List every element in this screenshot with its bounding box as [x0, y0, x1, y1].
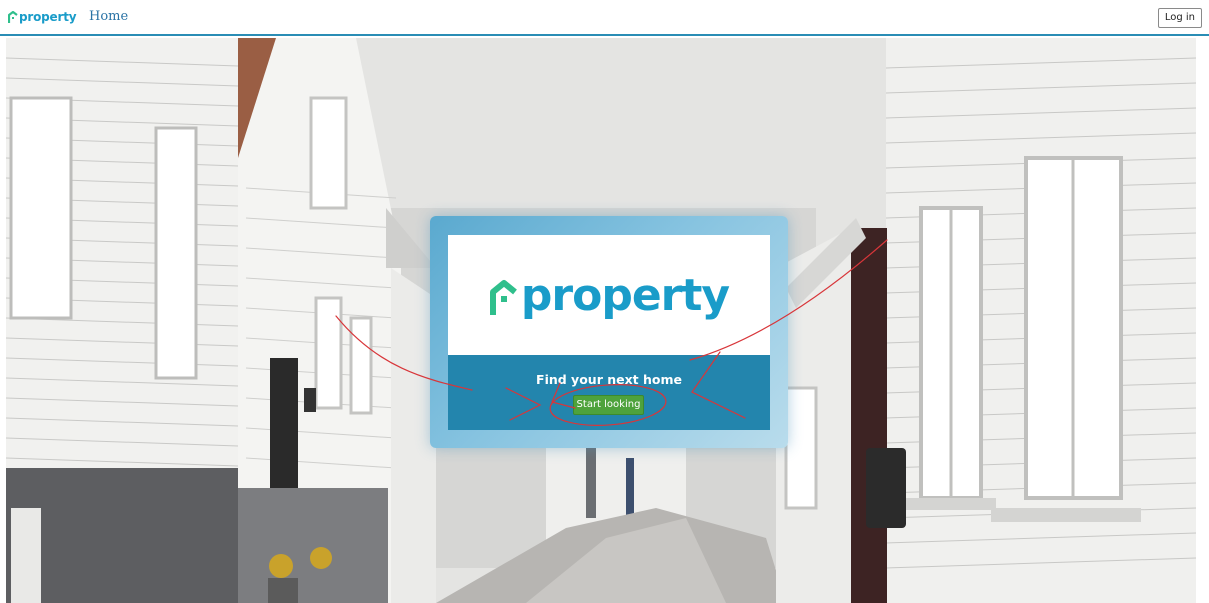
login-button[interactable]: Log in: [1157, 8, 1202, 28]
hero-background-photo: property Find your next home Start looki…: [6, 38, 1196, 603]
start-looking-button[interactable]: Start looking: [573, 395, 644, 415]
brand-logo-link[interactable]: property: [8, 10, 77, 24]
hero-logo: property: [489, 269, 730, 321]
hero-tagline: Find your next home: [536, 372, 682, 387]
top-navbar: property Home Log in: [0, 0, 1209, 36]
house-roof-icon: [8, 11, 18, 23]
nav-link-home[interactable]: Home: [89, 9, 128, 24]
house-roof-icon: [489, 280, 517, 315]
logo-panel: property: [448, 235, 770, 355]
cta-panel: Find your next home Start looking: [448, 355, 770, 430]
brand-name: property: [19, 10, 77, 24]
hero-logo-text: property: [520, 269, 730, 321]
hero-card: property Find your next home Start looki…: [430, 216, 788, 448]
